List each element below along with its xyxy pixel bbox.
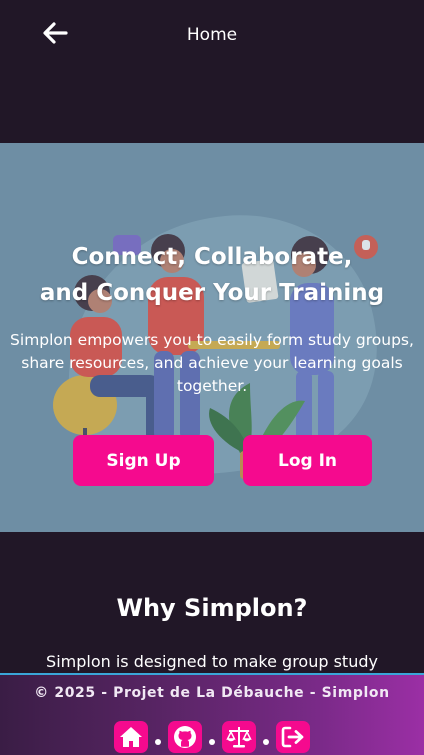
github-button[interactable]: [168, 721, 202, 753]
legal-button[interactable]: [222, 721, 256, 753]
why-section-title: Why Simplon?: [116, 594, 308, 622]
why-section-text: Simplon is designed to make group study: [46, 652, 378, 671]
footer-copyright: © 2025 - Projet de La Débauche - Simplon: [34, 685, 390, 701]
separator-dot: [209, 739, 215, 745]
logout-button[interactable]: [276, 721, 310, 753]
page-title: Home: [186, 25, 238, 45]
log-in-button[interactable]: Log In: [243, 435, 372, 486]
footer-icon-bar: [0, 721, 424, 753]
hero-title: Connect, Collaborate, and Conquer Your T…: [0, 239, 424, 311]
footer: © 2025 - Projet de La Débauche - Simplon: [0, 673, 424, 755]
hero-description: Simplon empowers you to easily form stud…: [10, 331, 414, 395]
sign-up-button[interactable]: Sign Up: [73, 435, 214, 486]
github-icon: [174, 726, 196, 748]
logout-icon: [281, 726, 304, 748]
hero-title-line-2: and Conquer Your Training: [39, 280, 385, 306]
app-header: Home: [0, 0, 424, 72]
hero-section: Connect, Collaborate, and Conquer Your T…: [0, 143, 424, 532]
scale-icon: [226, 727, 252, 748]
separator-dot: [263, 739, 269, 745]
home-icon: [120, 727, 142, 747]
separator-dot: [155, 739, 161, 745]
home-button[interactable]: [114, 721, 148, 753]
hero-title-line-1: Connect, Collaborate,: [71, 244, 353, 270]
